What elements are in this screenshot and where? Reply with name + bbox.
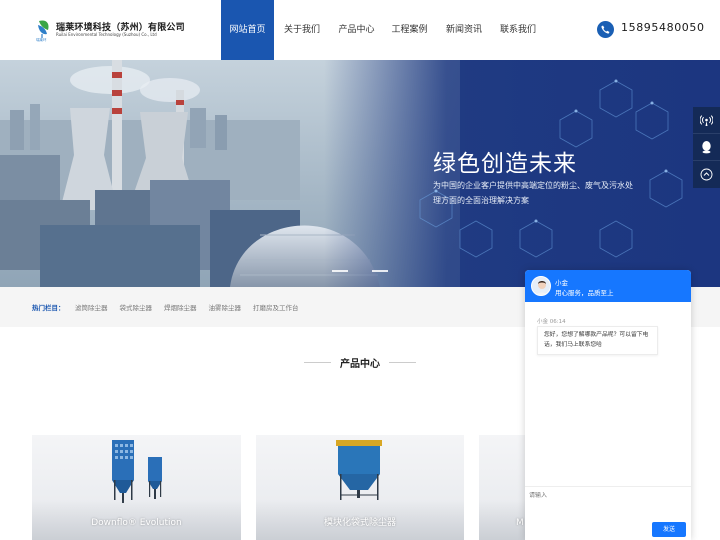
company-logo[interactable]: 瑞莱环境科技（苏州）有限公司 Ruilai Environmental Tech… xyxy=(36,17,185,45)
hero-banner: 绿色创造未来 为中国的企业客户提供中高端定位的粉尘、废气及污水处理方面的全面治理… xyxy=(0,60,720,287)
send-button[interactable]: 发送 xyxy=(652,522,686,537)
agent-name: 小金 xyxy=(555,279,568,287)
slider-dot-1[interactable] xyxy=(332,270,348,272)
nav-about[interactable]: 关于我们 xyxy=(274,0,330,60)
chat-input[interactable] xyxy=(529,492,649,499)
product-card[interactable]: Downflo® Evolution xyxy=(32,435,241,540)
nav-news[interactable]: 新闻资讯 xyxy=(436,0,492,60)
hot-list: 滤筒除尘器 袋式除尘器 焊烟除尘器 油雾除尘器 打磨房及工作台 xyxy=(75,302,299,312)
main-nav: 网站首页 关于我们 产品中心 工程案例 新闻资讯 联系我们 xyxy=(221,0,544,60)
hot-label: 热门栏目： xyxy=(32,304,65,312)
product-caption: 模块化袋式除尘器 xyxy=(323,518,396,528)
chat-input-area: 发送 xyxy=(525,486,691,540)
page: 瑞莱环境科技（苏州）有限公司 Ruilai Environmental Tech… xyxy=(0,0,720,540)
phone-icon xyxy=(597,21,614,38)
side-float-bar xyxy=(693,107,720,188)
hot-item[interactable]: 打磨房及工作台 xyxy=(253,302,299,312)
section-divider-right xyxy=(389,362,416,363)
banner-subtitle: 为中国的企业客户提供中高端定位的粉尘、废气及污水处理方面的全面治理解决方案 xyxy=(433,181,633,205)
hot-item[interactable]: 油雾除尘器 xyxy=(209,302,242,312)
phone-number: 15895480050 xyxy=(621,21,705,34)
chat-widget: 小金 用心服务，品质至上 小金 06:14 您好，您想了解哪款产品呢？可以留下电… xyxy=(525,270,691,540)
site-header: 瑞莱环境科技（苏州）有限公司 Ruilai Environmental Tech… xyxy=(0,0,720,60)
nav-home[interactable]: 网站首页 xyxy=(221,0,274,60)
power-plant-illustration xyxy=(0,60,720,287)
nav-contact[interactable]: 联系我们 xyxy=(492,0,544,60)
product-caption: Downflo® Evolution xyxy=(91,518,182,528)
signal-icon xyxy=(700,114,713,126)
banner-title: 绿色创造未来 xyxy=(433,151,577,177)
side-signal-button[interactable] xyxy=(693,107,720,134)
side-top-button[interactable] xyxy=(693,161,720,188)
agent-avatar xyxy=(531,276,551,296)
nav-products[interactable]: 产品中心 xyxy=(330,0,383,60)
side-qq-button[interactable] xyxy=(693,134,720,161)
product-card[interactable]: 模块化袋式除尘器 xyxy=(256,435,464,540)
agent-message: 您好，您想了解哪款产品呢？可以留下电话，我们马上联系您哈 xyxy=(537,326,658,355)
chat-header[interactable]: 小金 用心服务，品质至上 xyxy=(525,270,691,302)
agent-slogan: 用心服务，品质至上 xyxy=(555,289,614,297)
company-name-en: Ruilai Environmental Technology (Suzhou)… xyxy=(56,32,157,37)
hot-item[interactable]: 滤筒除尘器 xyxy=(75,302,108,312)
hot-item[interactable]: 袋式除尘器 xyxy=(120,302,153,312)
nav-cases[interactable]: 工程案例 xyxy=(383,0,436,60)
slider-dots xyxy=(332,270,388,272)
chevron-up-icon xyxy=(700,168,713,181)
slider-dot-2[interactable] xyxy=(372,270,388,272)
hot-item[interactable]: 焊烟除尘器 xyxy=(164,302,197,312)
qq-icon xyxy=(702,141,711,154)
logo-small-text: 瑞莱环 xyxy=(36,38,47,42)
message-timestamp: 小金 06:14 xyxy=(537,319,566,325)
